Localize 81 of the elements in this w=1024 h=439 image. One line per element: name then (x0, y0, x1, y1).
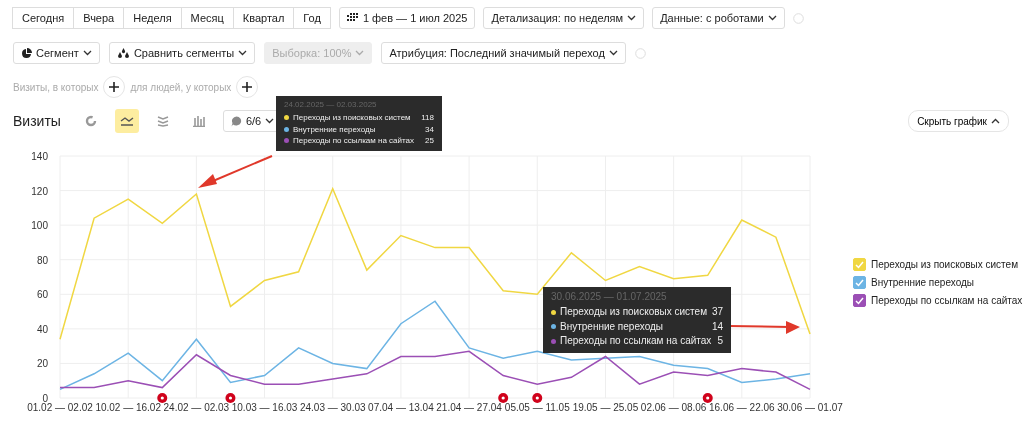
y-axis-label: 100 (31, 220, 48, 232)
annotation-marker-icon[interactable] (157, 393, 168, 403)
caret-icon (767, 15, 777, 21)
y-axis-label: 20 (36, 358, 48, 370)
add-condition-button[interactable] (103, 76, 126, 98)
y-axis-label: 120 (31, 185, 48, 197)
legend-checkbox[interactable] (853, 276, 866, 289)
tooltip-label: Переходы из поисковых систем (560, 305, 708, 319)
period-button[interactable]: Сегодня (12, 7, 75, 29)
tooltip-label: Внутренние переходы (560, 319, 664, 334)
plus-icon (109, 82, 120, 92)
tooltip-value: 37 (711, 305, 723, 319)
add-condition-button[interactable] (236, 76, 259, 98)
caret-icon (82, 50, 92, 56)
period-button[interactable]: Месяц (180, 7, 234, 29)
line-chart-type-button[interactable] (114, 109, 139, 133)
x-axis-label: 05.05 — 11.05 (504, 402, 570, 413)
x-axis-label: 10.03 — 16.03 (231, 402, 298, 413)
drops-icon (116, 47, 130, 59)
condition-label: для людей, у которых (130, 81, 232, 93)
period-button[interactable]: Неделя (123, 7, 182, 29)
period-button[interactable]: Квартал (232, 7, 295, 29)
date-range-button[interactable]: 1 фев — 1 июл 2025 (338, 7, 476, 29)
tooltip-value: 25 (425, 135, 434, 147)
arrow-icon (198, 155, 273, 188)
period-button[interactable]: Год (293, 7, 331, 29)
tooltip-value: 14 (711, 319, 723, 334)
annotation-marker-icon[interactable] (225, 393, 236, 403)
tooltip-label: Переходы по ссылкам на сайтах (293, 135, 416, 147)
x-axis-label: 07.04 — 13.04 (368, 402, 434, 413)
stacked-area-icon (156, 115, 169, 127)
x-axis-label: 21.04 — 27.04 (436, 402, 502, 413)
data-dropdown[interactable]: Данные: с роботами (652, 7, 785, 29)
tooltip-value: 118 (421, 112, 434, 124)
pie-chart-icon (21, 47, 32, 59)
x-axis-label: 16.06 — 22.06 (709, 402, 775, 413)
caret-icon (608, 50, 618, 56)
caret-icon (627, 15, 637, 21)
condition-label: Визиты, в которых (13, 81, 99, 93)
report-title: Визиты (13, 113, 61, 129)
tooltip-label: Переходы по ссылкам на сайтах (560, 334, 713, 348)
y-axis-label: 40 (36, 323, 48, 335)
x-axis-label: 24.03 — 30.03 (299, 402, 366, 413)
detail-dropdown[interactable]: Детализация: по неделям (483, 7, 645, 29)
x-axis-label: 24.02 — 02.03 (163, 402, 230, 413)
annotation-marker-icon[interactable] (498, 393, 509, 403)
period-button[interactable]: Вчера (73, 7, 125, 29)
plus-icon (242, 82, 253, 92)
y-axis-label: 80 (36, 254, 48, 266)
chat-bubble-icon (230, 115, 242, 127)
hide-chart-button[interactable]: Скрыть график (908, 110, 1009, 132)
y-axis-label: 140 (31, 151, 48, 162)
legend-label: Переходы по ссылкам на сайтах (871, 295, 1023, 306)
x-axis-label: 30.06 — 01.07 (777, 402, 843, 413)
legend-checkbox[interactable] (853, 294, 866, 307)
legend-label: Внутренние переходы (871, 277, 974, 288)
segment-dropdown[interactable]: Сегмент (13, 42, 100, 64)
tooltip-value: 5 (717, 334, 723, 348)
compare-segments-dropdown[interactable]: Сравнить сегменты (108, 42, 256, 64)
y-axis-label: 0 (42, 393, 48, 404)
line-chart-icon (119, 116, 134, 126)
caret-up-icon (991, 118, 1000, 124)
tooltip-value: 34 (425, 123, 434, 136)
tooltip-label: Внутренние переходы (293, 123, 377, 136)
tooltip-date: 30.06.2025 — 01.07.2025 (551, 291, 668, 302)
x-axis-label: 02.06 — 08.06 (640, 402, 707, 413)
caret-icon (355, 50, 365, 56)
caret-icon (265, 118, 275, 124)
bar-chart-icon (192, 115, 205, 127)
x-axis-label: 01.02 — 02.02 (27, 402, 93, 413)
annotation-marker-icon[interactable] (532, 393, 543, 403)
x-axis-label: 19.05 — 25.05 (572, 402, 639, 413)
legend-label: Переходы из поисковых систем (871, 259, 1018, 270)
calendar-icon (346, 13, 359, 23)
x-axis-label: 10.02 — 16.02 (95, 402, 161, 413)
attribution-dropdown[interactable]: Атрибуция: Последний значимый переход (381, 42, 626, 64)
caret-icon (238, 50, 248, 56)
tooltip-label: Переходы из поисковых систем (293, 112, 412, 124)
annotation-marker-icon[interactable] (702, 393, 713, 403)
donut-chart-icon (84, 115, 97, 127)
y-axis-label: 60 (36, 289, 48, 301)
